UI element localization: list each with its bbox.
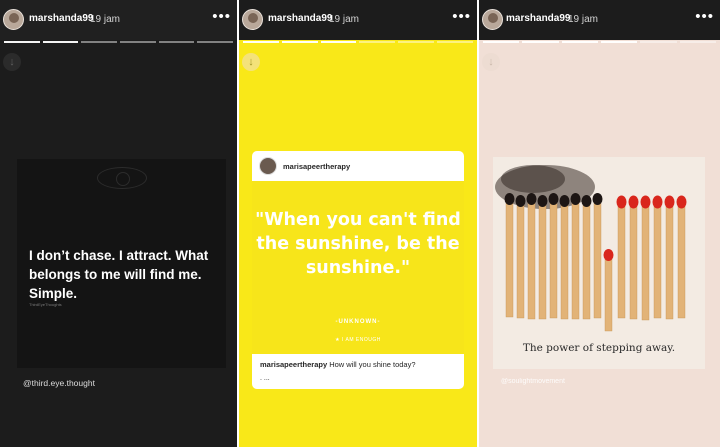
mention-handle[interactable]: @soulightmovement — [501, 378, 565, 385]
credit-text: ThirdEyeThoughts — [29, 302, 62, 307]
post-username[interactable]: marisapeertherapy — [283, 162, 350, 171]
story-header: marshanda99 19 jam ••• — [479, 0, 720, 40]
username[interactable]: marshanda99 — [506, 13, 570, 24]
username[interactable]: marshanda99 — [29, 13, 93, 24]
post-caption: marisapeertherapy How will you shine tod… — [260, 360, 416, 369]
avatar[interactable] — [482, 9, 503, 30]
story-progress — [4, 41, 234, 43]
story-time: 19 jam — [329, 14, 360, 25]
star-icon: ★ — [335, 337, 341, 343]
quote-text: "When you can't find the sunshine, be th… — [255, 210, 461, 278]
story-time: 19 jam — [90, 14, 121, 25]
story-progress — [243, 41, 473, 43]
more-dots-icon[interactable]: ••• — [695, 9, 714, 24]
story-progress — [483, 41, 716, 43]
story-header: marshanda99 19 jam ••• — [0, 0, 237, 40]
matches-image: The power of stepping away. — [493, 157, 705, 369]
brand-logo: ★ I AM ENOUGH — [252, 337, 464, 343]
quote-image: I don’t chase. I attract. What belongs t… — [17, 159, 226, 368]
quote-text: I don’t chase. I attract. What belongs t… — [29, 248, 209, 301]
story-panel-3[interactable]: marshanda99 19 jam ••• ↓ The power of st… — [479, 0, 720, 447]
story-time: 19 jam — [568, 14, 599, 25]
mention-handle[interactable]: @third.eye.thought — [23, 378, 95, 388]
image-caption: The power of stepping away. — [522, 342, 676, 354]
post-avatar[interactable] — [259, 157, 277, 175]
post-image: "When you can't find the sunshine, be th… — [252, 181, 464, 354]
caption-text: How will you shine today? — [329, 360, 416, 369]
avatar[interactable] — [3, 9, 24, 30]
more-dots-icon[interactable]: ••• — [452, 9, 471, 24]
shared-post[interactable]: marisapeertherapy "When you can't find t… — [252, 151, 464, 389]
eye-logo-icon — [97, 167, 147, 189]
caption-username[interactable]: marisapeertherapy — [260, 360, 327, 369]
story-panel-2[interactable]: marshanda99 19 jam ••• ↓ marisapeerthera… — [239, 0, 477, 447]
more-dots-icon[interactable]: ••• — [212, 9, 231, 24]
story-header: marshanda99 19 jam ••• — [239, 0, 477, 40]
avatar[interactable] — [242, 9, 263, 30]
quote-attribution: -UNKNOWN- — [335, 319, 381, 325]
download-arrow-icon[interactable]: ↓ — [3, 53, 21, 71]
brand-text: I AM ENOUGH — [342, 337, 381, 343]
post-header: marisapeertherapy — [252, 151, 464, 181]
download-arrow-icon[interactable]: ↓ — [242, 53, 260, 71]
download-arrow-icon[interactable]: ↓ — [482, 53, 500, 71]
matches-illustration — [493, 157, 705, 369]
caption-more: . ... — [260, 375, 270, 382]
username[interactable]: marshanda99 — [268, 13, 332, 24]
story-panel-1[interactable]: marshanda99 19 jam ••• ↓ I don’t chase. … — [0, 0, 237, 447]
